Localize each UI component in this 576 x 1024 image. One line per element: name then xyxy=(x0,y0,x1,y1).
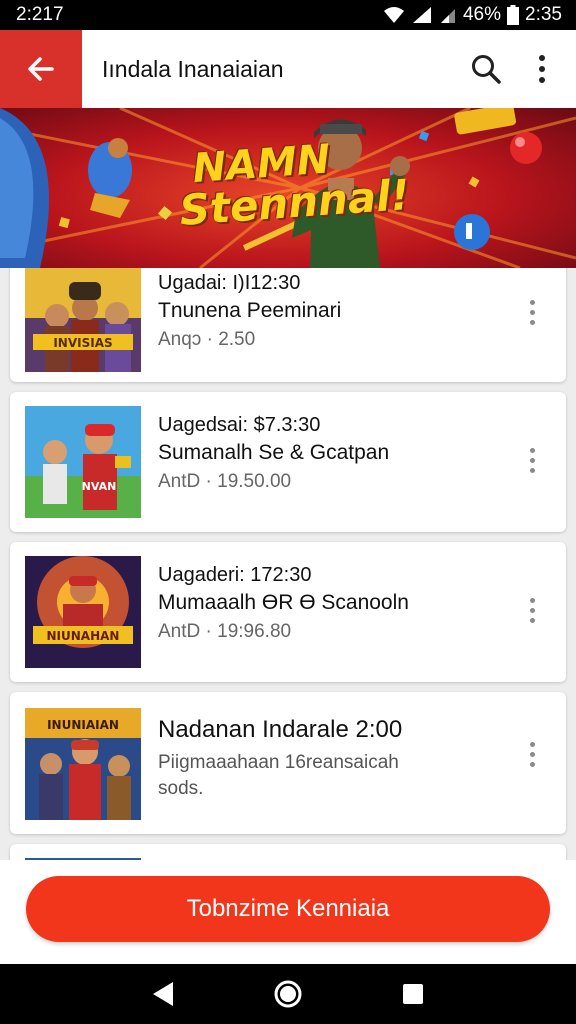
more-vert-icon-dot xyxy=(529,617,535,623)
cellular-icon xyxy=(439,6,457,24)
card-title: Sumanalh Se & Gcatpan xyxy=(158,441,390,464)
more-vert-icon-dot xyxy=(529,607,535,613)
thumbnail-text: NIUNAHAN xyxy=(47,629,120,643)
more-options-button[interactable] xyxy=(514,30,570,108)
nav-home-button[interactable] xyxy=(263,969,313,1019)
card-title: Tnunena Peeminari xyxy=(158,299,342,322)
card-description: Piigmaaahaan 16reansaicah xyxy=(158,752,399,773)
thumbnail-text: INVISIAS xyxy=(53,336,112,350)
more-vert-icon-dot xyxy=(529,751,535,757)
video-list[interactable]: INVISIAS Ugadai: I)I12:30 Tnunena Peemin… xyxy=(0,268,576,860)
wifi-icon xyxy=(383,6,405,24)
status-bar: 2:217 46% 2:35 xyxy=(0,0,576,30)
card-date: Uagedsai: $7.3:30 xyxy=(158,414,321,436)
more-vert-icon xyxy=(529,597,535,603)
card-more-button[interactable] xyxy=(520,590,544,630)
system-nav-bar xyxy=(0,964,576,1024)
app-bar: Iındala Inanaiaian xyxy=(0,30,576,108)
battery-percent: 46% xyxy=(462,4,502,25)
list-item[interactable]: INVISIAS Ugadai: I)I12:30 Tnunena Peemin… xyxy=(10,268,566,382)
thumbnail: NVAN xyxy=(25,406,141,518)
more-vert-icon xyxy=(529,447,535,453)
thumbnail-text: NVAN xyxy=(82,480,117,493)
thumbnail: NIUNAHAN xyxy=(25,556,141,668)
card-title: Mumaaalh ƟR Ɵ Scanooln xyxy=(158,591,409,614)
card-text: Uagedsai: $7.3:30 Sumanalh Se & Gcatpan … xyxy=(158,412,510,496)
card-meta: AntD · 19.50.00 xyxy=(158,471,292,492)
more-vert-icon-dot xyxy=(529,319,535,325)
status-icons: 46% 2:35 xyxy=(383,4,562,26)
battery-icon xyxy=(507,5,520,25)
back-arrow-icon xyxy=(28,57,54,81)
home-circle-icon xyxy=(274,980,302,1008)
more-vert-icon xyxy=(539,55,545,83)
more-vert-icon xyxy=(529,741,535,747)
card-text: Ugadai: I)I12:30 Tnunena Peeminari Anqɔ … xyxy=(158,270,510,354)
thumbnail: INVISIAS xyxy=(25,268,141,372)
promo-banner[interactable]: NAMN Stennnal! xyxy=(0,108,576,268)
app-title: Iındala Inanaiaian xyxy=(102,55,284,82)
thumbnail-text: INUNIAIAN xyxy=(47,718,119,732)
more-vert-icon-dot xyxy=(529,457,535,463)
search-icon xyxy=(472,55,501,84)
banner-title: NAMN Stennnal! xyxy=(175,134,411,235)
card-more-button[interactable] xyxy=(520,440,544,480)
card-text: Uagaderi: 172:30 Mumaaalh ƟR Ɵ Scanooln … xyxy=(158,562,510,646)
card-meta: Anqɔ · 2.50 xyxy=(158,329,256,350)
card-more-button[interactable] xyxy=(520,292,544,332)
back-triangle-icon xyxy=(152,982,173,1006)
card-date: Uagaderi: 172:30 xyxy=(158,564,312,586)
card-meta: AntD · 19:96.80 xyxy=(158,621,292,642)
card-more-button[interactable] xyxy=(520,734,544,774)
list-item[interactable]: NVAN Uagedsai: $7.3:30 Sumanalh Se & Gca… xyxy=(10,392,566,532)
more-vert-icon xyxy=(529,299,535,305)
signal-icon xyxy=(411,6,433,24)
status-time-right: 2:35 xyxy=(525,4,562,25)
thumbnail: INUNIAIAN xyxy=(25,708,141,820)
card-title: Nadanan Indarale 2:00 xyxy=(158,716,403,743)
card-date: Ugadai: I)I12:30 xyxy=(158,272,301,294)
back-button[interactable] xyxy=(0,30,82,108)
list-item[interactable]: INUNIAIAN Nadanan Indarale 2:00 Piigmaaa… xyxy=(10,692,566,834)
search-button[interactable] xyxy=(458,30,514,108)
status-time-left: 2:217 xyxy=(16,4,64,25)
card-description-cont: sods. xyxy=(158,778,204,799)
cta-button[interactable]: Tobnzime Kenniaia xyxy=(26,876,550,942)
card-text: Nadanan Indarale 2:00 Piigmaaahaan 16rea… xyxy=(158,714,510,802)
more-vert-icon-dot xyxy=(529,309,535,315)
list-item[interactable]: NIUNAHAN Uagaderi: 172:30 Mumaaalh ƟR Ɵ … xyxy=(10,542,566,682)
nav-back-button[interactable] xyxy=(138,969,188,1019)
nav-recents-button[interactable] xyxy=(388,969,438,1019)
list-item[interactable] xyxy=(10,844,566,860)
more-vert-icon-dot xyxy=(529,467,535,473)
recents-square-icon xyxy=(403,984,424,1004)
more-vert-icon-dot xyxy=(529,761,535,767)
cta-area: Tobnzime Kenniaia xyxy=(0,860,576,964)
